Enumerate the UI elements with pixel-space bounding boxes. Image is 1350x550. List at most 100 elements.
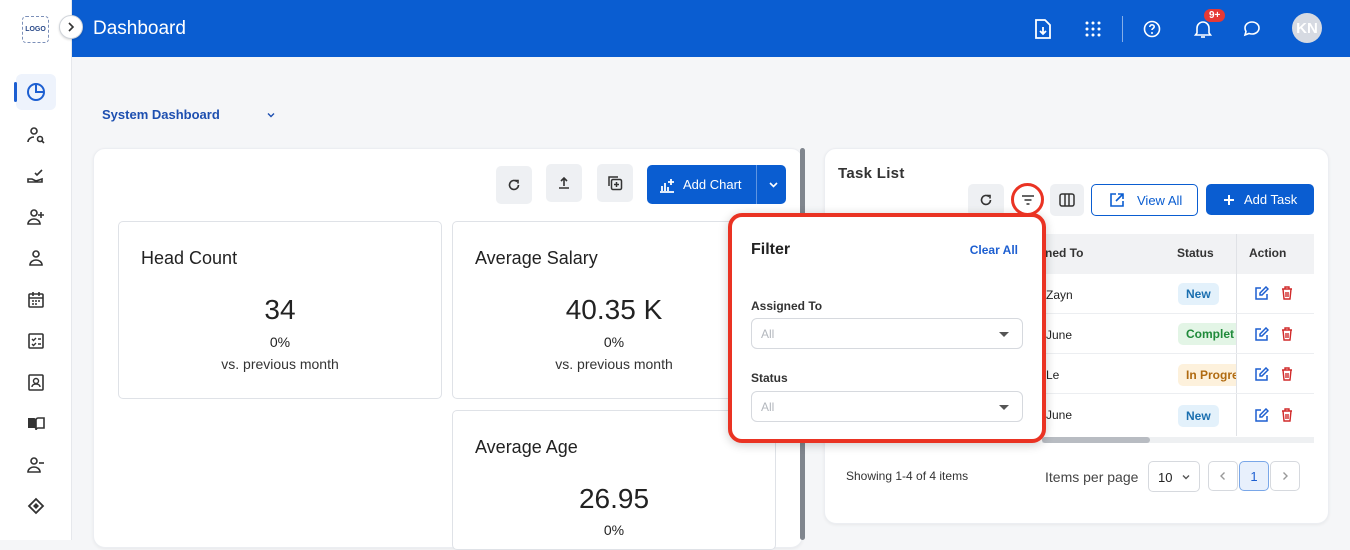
caret-down-icon	[999, 405, 1009, 410]
clear-all-link[interactable]: Clear All	[970, 243, 1018, 257]
pie-chart-icon	[27, 83, 45, 101]
edit-icon[interactable]	[1255, 367, 1269, 381]
hand-check-icon	[27, 169, 43, 183]
download-report-button[interactable]	[1030, 16, 1056, 42]
filter-button[interactable]	[1011, 183, 1044, 216]
chevron-down-icon[interactable]	[266, 110, 276, 120]
header-divider	[1122, 16, 1123, 42]
status-value: All	[761, 400, 775, 414]
chevron-down-icon[interactable]	[768, 179, 779, 190]
logo: LOGO	[22, 16, 49, 43]
sidebar-item-approvals[interactable]	[16, 158, 56, 194]
columns-button[interactable]	[1050, 184, 1084, 216]
contact-card-icon	[28, 374, 44, 391]
help-circle-icon	[1143, 20, 1161, 38]
sidebar-item-tasks[interactable]	[16, 323, 56, 359]
stat-value: 40.35 K	[565, 294, 663, 325]
stat-comparison: vs. previous month	[555, 356, 673, 372]
stat-label: Average Salary	[475, 248, 598, 268]
messages-button[interactable]	[1239, 16, 1265, 42]
add-task-label: Add Task	[1244, 192, 1298, 207]
handshake-icon	[27, 497, 45, 515]
assigned-to-dropdown[interactable]: All	[751, 318, 1023, 349]
checklist-icon	[28, 333, 44, 349]
dashboard-selector[interactable]: System Dashboard	[102, 107, 220, 122]
apps-button[interactable]	[1080, 16, 1106, 42]
delete-icon[interactable]	[1281, 286, 1293, 300]
delete-icon[interactable]	[1281, 327, 1293, 341]
refresh-tasks-button[interactable]	[968, 184, 1004, 216]
sidebar-item-remove-user[interactable]	[16, 447, 56, 483]
sidebar-item-add-user[interactable]	[16, 199, 56, 235]
column-status[interactable]: Status	[1177, 246, 1214, 260]
chart-add-icon	[660, 178, 674, 193]
sidebar-item-dashboard[interactable]	[14, 74, 56, 110]
sidebar-item-directory[interactable]	[16, 364, 56, 400]
filter-icon	[1021, 194, 1034, 205]
chevron-right-icon	[68, 22, 75, 32]
page-button-current[interactable]: 1	[1239, 461, 1269, 491]
page-title: Dashboard	[93, 18, 186, 39]
top-bar: Dashboard 9+ KN	[72, 0, 1350, 57]
stat-label: Average Age	[475, 437, 578, 457]
refresh-chart-button[interactable]	[496, 166, 532, 204]
book-open-icon	[28, 417, 45, 431]
items-per-page-select[interactable]: 10	[1148, 461, 1200, 492]
sidebar-collapse-button[interactable]	[59, 15, 83, 39]
chat-bubbles-icon	[1243, 21, 1260, 37]
plus-icon	[1224, 194, 1234, 205]
delete-icon[interactable]	[1281, 367, 1293, 381]
sidebar-item-profile[interactable]	[16, 240, 56, 276]
status-badge: In Progre	[1178, 364, 1236, 386]
assigned-to-label: Assigned To	[751, 299, 823, 313]
notifications-button[interactable]: 9+	[1190, 9, 1226, 42]
sidebar: LOGO	[0, 0, 72, 540]
items-per-page-value: 10	[1158, 470, 1173, 485]
sidebar-item-benefits[interactable]	[16, 488, 56, 524]
status-label: Status	[751, 371, 788, 385]
user-avatar[interactable]: KN	[1292, 13, 1322, 43]
split-divider	[755, 165, 757, 204]
previous-page-button[interactable]	[1208, 461, 1238, 491]
chevron-down-icon	[1182, 475, 1190, 480]
columns-icon	[1059, 193, 1075, 207]
next-page-button[interactable]	[1270, 461, 1300, 491]
edit-icon[interactable]	[1255, 408, 1269, 422]
add-chart-button[interactable]: Add Chart	[647, 165, 786, 204]
help-button[interactable]	[1139, 16, 1165, 42]
column-action: Action	[1249, 246, 1287, 260]
sidebar-item-handbook[interactable]	[16, 406, 56, 442]
status-badge: New	[1178, 283, 1219, 305]
user-search-icon	[27, 127, 45, 144]
add-chart-label: Add Chart	[683, 177, 742, 192]
view-all-label: View All	[1137, 192, 1183, 208]
status-badge: New	[1178, 405, 1219, 427]
upload-button[interactable]	[546, 164, 582, 202]
sidebar-item-calendar[interactable]	[16, 282, 56, 318]
status-dropdown[interactable]: All	[751, 391, 1023, 422]
stat-change: 0%	[269, 334, 291, 350]
filter-popover: Filter Clear All Assigned To All Status …	[728, 213, 1046, 443]
task-list-title: Task List	[838, 165, 905, 182]
stat-value: 34	[264, 294, 296, 325]
column-assigned-to[interactable]: ned To	[1045, 246, 1083, 260]
delete-icon[interactable]	[1281, 408, 1293, 422]
refresh-icon	[980, 194, 992, 206]
row-assigned: June	[1046, 328, 1073, 342]
copy-plus-icon	[608, 176, 623, 191]
stat-label: Head Count	[141, 248, 238, 268]
stat-comparison: vs. previous month	[221, 356, 339, 372]
duplicate-button[interactable]	[597, 164, 633, 202]
upload-icon	[559, 176, 569, 189]
row-assigned: June	[1046, 408, 1073, 422]
chevron-right-icon	[1283, 472, 1288, 480]
refresh-icon	[508, 179, 520, 191]
table-scrollbar[interactable]	[1042, 437, 1150, 443]
edit-icon[interactable]	[1255, 327, 1269, 341]
chevron-left-icon	[1220, 472, 1225, 480]
add-task-button[interactable]: Add Task	[1206, 184, 1314, 215]
edit-icon[interactable]	[1255, 286, 1269, 300]
sidebar-item-search-people[interactable]	[16, 117, 56, 153]
bell-icon	[1194, 21, 1212, 38]
view-all-button[interactable]: View All	[1091, 184, 1198, 216]
